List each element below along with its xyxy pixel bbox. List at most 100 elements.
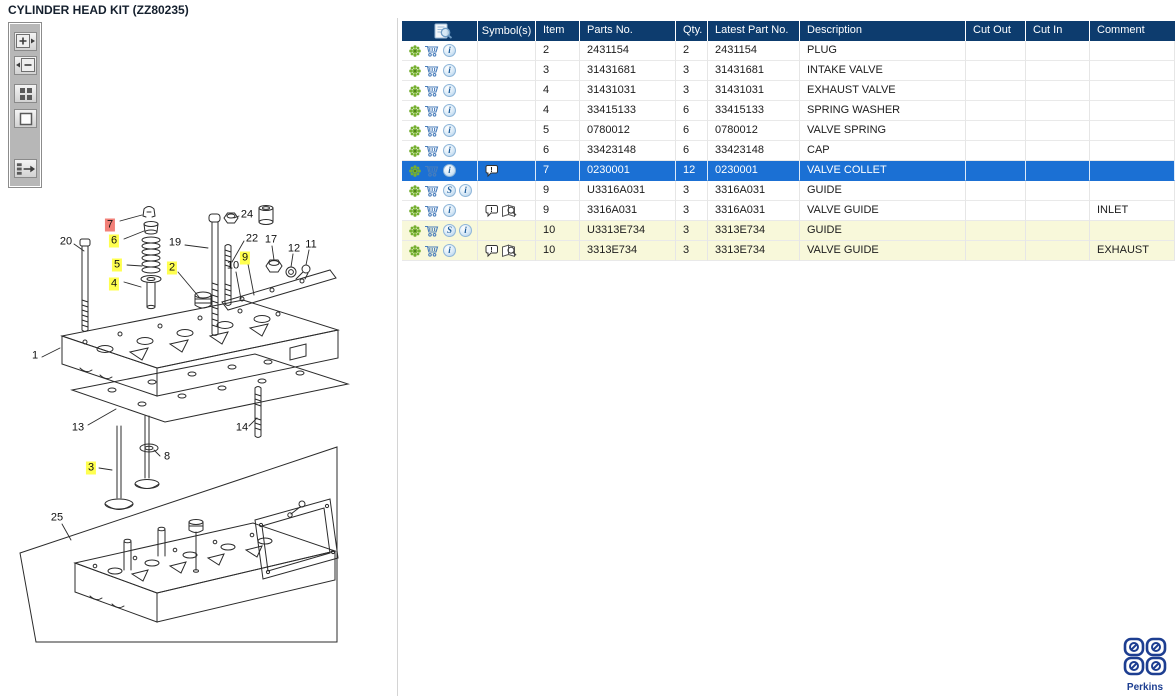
cell-parts-no: 0780012 (580, 121, 676, 141)
gear-icon[interactable] (409, 244, 421, 257)
cart-icon[interactable] (424, 224, 440, 237)
diagram-callout-9[interactable]: 9 (239, 251, 251, 265)
diagram-callout-13[interactable]: 13 (70, 422, 86, 435)
table-row[interactable]: i 4 31431031 3 31431031 EXHAUST VALVE (402, 81, 1175, 101)
column-header-symbol-s[interactable]: Symbol(s) (478, 21, 536, 41)
fit-view-button[interactable] (14, 109, 37, 128)
gear-icon[interactable] (409, 224, 421, 237)
info-icon[interactable]: i (443, 204, 456, 217)
gear-icon[interactable] (409, 124, 421, 137)
supersession-icon[interactable]: S (443, 224, 456, 237)
zoom-in-button[interactable] (14, 32, 37, 51)
cart-icon[interactable] (424, 244, 440, 257)
info-icon[interactable]: i (459, 184, 472, 197)
cart-icon[interactable] (424, 164, 440, 177)
cart-icon[interactable] (424, 84, 440, 97)
diagram-callout-22[interactable]: 22 (244, 233, 260, 246)
table-row[interactable]: i 3 31431681 3 31431681 INTAKE VALVE (402, 61, 1175, 81)
row-actions-cell: i (402, 121, 478, 141)
diagram-callout-12[interactable]: 12 (286, 243, 302, 256)
cell-cut-out (966, 161, 1026, 181)
zoom-out-button[interactable] (14, 56, 37, 75)
info-icon[interactable]: i (443, 164, 456, 177)
table-row[interactable]: i 4 33415133 6 33415133 SPRING WASHER (402, 101, 1175, 121)
info-icon[interactable]: i (459, 224, 472, 237)
diagram-callout-1[interactable]: 1 (30, 350, 40, 363)
cart-icon[interactable] (424, 64, 440, 77)
column-header-comment[interactable]: Comment (1090, 21, 1175, 41)
cell-parts-no: 33423148 (580, 141, 676, 161)
diagram-callout-20[interactable]: 20 (58, 236, 74, 249)
illustration-book-icon[interactable] (501, 204, 518, 218)
table-row[interactable]: i 6 33423148 6 33423148 CAP (402, 141, 1175, 161)
gear-icon[interactable] (409, 164, 421, 177)
cell-latest-part-no: 0780012 (708, 121, 800, 141)
note-bubble-icon[interactable]: ! (485, 164, 499, 178)
diagram-callout-11[interactable]: 11 (303, 239, 318, 252)
column-header-item[interactable]: Item (536, 21, 580, 41)
gear-icon[interactable] (409, 104, 421, 117)
cart-icon[interactable] (424, 104, 440, 117)
info-icon[interactable]: i (443, 44, 456, 57)
row-actions-cell: i (402, 201, 478, 221)
table-row[interactable]: Si 9 U3316A031 3 3316A031 GUIDE (402, 181, 1175, 201)
row-actions-cell: i (402, 61, 478, 81)
info-icon[interactable]: i (443, 84, 456, 97)
column-header-latest-part-no[interactable]: Latest Part No. (708, 21, 800, 41)
diagram-callout-6[interactable]: 6 (108, 234, 120, 248)
gear-icon[interactable] (409, 84, 421, 97)
diagram-callout-3[interactable]: 3 (85, 461, 97, 475)
note-bubble-icon[interactable]: ! (485, 204, 499, 218)
symbols-cell (478, 81, 536, 101)
parts-list-search-header[interactable] (402, 21, 478, 41)
info-icon[interactable]: i (443, 64, 456, 77)
column-header-qty[interactable]: Qty. (676, 21, 708, 41)
illustration-book-icon[interactable] (501, 244, 518, 258)
cell-description: EXHAUST VALVE (800, 81, 966, 101)
info-icon[interactable]: i (443, 144, 456, 157)
diagram-callout-8[interactable]: 8 (162, 451, 172, 464)
gear-icon[interactable] (409, 204, 421, 217)
cell-cut-out (966, 201, 1026, 221)
diagram-callout-10[interactable]: 10 (225, 260, 241, 273)
diagram-callout-17[interactable]: 17 (263, 234, 279, 247)
info-icon[interactable]: i (443, 124, 456, 137)
table-row[interactable]: Si 10 U3313E734 3 3313E734 GUIDE (402, 221, 1175, 241)
table-row[interactable]: i 2 2431154 2 2431154 PLUG (402, 41, 1175, 61)
diagram-callout-24[interactable]: 24 (239, 209, 255, 222)
gear-icon[interactable] (409, 184, 421, 197)
diagram-callout-14[interactable]: 14 (234, 422, 250, 435)
table-row[interactable]: i! 9 3316A031 3 3316A031 VALVE GUIDE INLET (402, 201, 1175, 221)
table-row[interactable]: i 5 0780012 6 0780012 VALVE SPRING (402, 121, 1175, 141)
table-row[interactable]: i! 10 3313E734 3 3313E734 VALVE GUIDE EXHAUST (402, 241, 1175, 261)
diagram-callout-5[interactable]: 5 (111, 258, 123, 272)
gear-icon[interactable] (409, 144, 421, 157)
tile-view-button[interactable] (14, 84, 37, 103)
diagram-callout-4[interactable]: 4 (108, 277, 120, 291)
cell-item: 10 (536, 221, 580, 241)
column-header-parts-no[interactable]: Parts No. (580, 21, 676, 41)
table-row[interactable]: i! 7 0230001 12 0230001 VALVE COLLET (402, 161, 1175, 181)
cart-icon[interactable] (424, 204, 440, 217)
gear-icon[interactable] (409, 44, 421, 57)
info-icon[interactable]: i (443, 244, 456, 257)
diagram-callout-7[interactable]: 7 (104, 218, 116, 232)
cell-qty: 3 (676, 201, 708, 221)
toggle-panel-button[interactable] (14, 159, 37, 178)
column-header-description[interactable]: Description (800, 21, 966, 41)
diagram-callout-19[interactable]: 19 (167, 237, 183, 250)
gear-icon[interactable] (409, 64, 421, 77)
cart-icon[interactable] (424, 144, 440, 157)
note-bubble-icon[interactable]: ! (485, 244, 499, 258)
cart-icon[interactable] (424, 44, 440, 57)
supersession-icon[interactable]: S (443, 184, 456, 197)
cart-icon[interactable] (424, 124, 440, 137)
info-icon[interactable]: i (443, 104, 456, 117)
symbols-cell (478, 141, 536, 161)
column-header-cut-out[interactable]: Cut Out (966, 21, 1026, 41)
column-header-cut-in[interactable]: Cut In (1026, 21, 1090, 41)
cart-icon[interactable] (424, 184, 440, 197)
diagram-callout-25[interactable]: 25 (49, 512, 65, 525)
row-actions-cell: i (402, 81, 478, 101)
diagram-callout-2[interactable]: 2 (166, 261, 178, 275)
